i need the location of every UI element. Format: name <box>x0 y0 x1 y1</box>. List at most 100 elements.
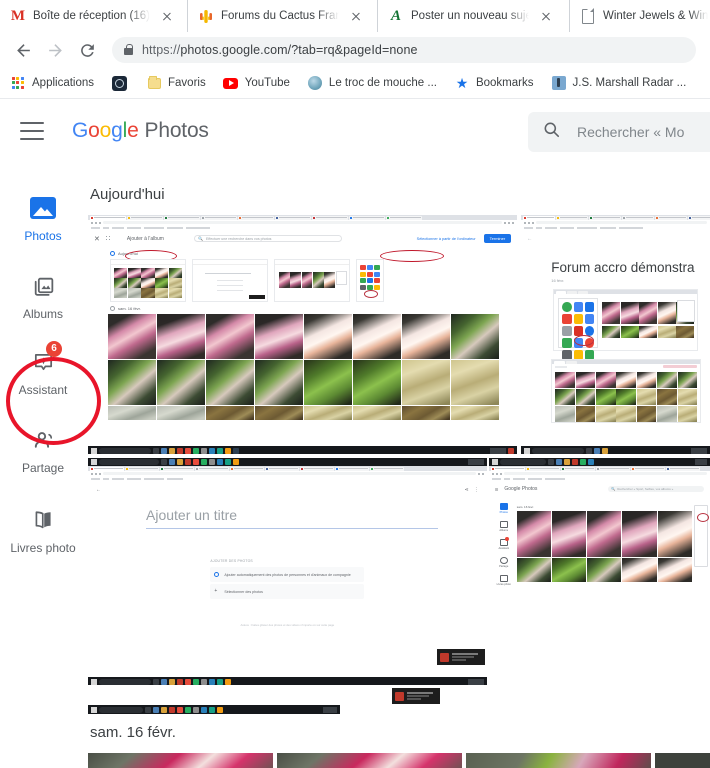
add-photos-hint: AJOUTER DES PHOTOS <box>210 559 253 563</box>
section-title-today: Aujourd'hui <box>90 186 165 203</box>
screenshot-thumb-1[interactable]: ✕ Ajouter à l'album 🔍 Effectuer une rech… <box>88 215 518 454</box>
bookmark-troc-de-mouche[interactable]: Le troc de mouche ... <box>307 75 437 91</box>
mini-taskbar-top <box>488 458 710 466</box>
arrow-right-icon <box>48 43 62 57</box>
bookmark-favoris[interactable]: Favoris <box>146 75 206 91</box>
close-icon[interactable] <box>347 7 365 25</box>
photo-tile[interactable] <box>88 753 273 768</box>
photo-row-1: ✕ Ajouter à l'album 🔍 Effectuer une rech… <box>86 215 710 454</box>
logo-letter: o <box>99 119 112 142</box>
star-icon: ★ <box>455 75 469 91</box>
logo-letter: g <box>111 119 123 142</box>
screenshot-thumb-2[interactable]: ← Forum accro démonstra 16 févr. <box>521 215 710 454</box>
mini-share-icon: ⋖ <box>464 487 469 493</box>
add-title-placeholder: Ajouter un titre <box>146 507 238 523</box>
sidebar-item-label: Assistant <box>18 383 68 397</box>
browser-tab-poster-sujet[interactable]: A Poster un nouveau suje <box>378 0 570 32</box>
mini-page-body: ← Forum accro démonstra 16 févr. <box>521 230 710 446</box>
albums-glyph <box>34 277 53 296</box>
option-label: Sélectionner des photos <box>224 589 263 594</box>
tab-title: Forums du Cactus Fran <box>221 10 339 22</box>
logo-letter: G <box>72 119 89 142</box>
browser-window: M Boîte de réception (16) Forums du Cact… <box>0 0 710 768</box>
hamburger-icon[interactable] <box>20 122 44 140</box>
youtube-icon <box>223 75 239 91</box>
mini-card-1 <box>110 259 186 302</box>
screenshot-thumb-4[interactable]: ☰ Google Photos 🔍 Rechercher « Sport, Se… <box>488 458 710 598</box>
mini-select-from-computer: Sélectionner à partir de l'ordinateur <box>416 236 476 241</box>
drag-hint: Astuce : Faites glisser des photos et de… <box>240 623 335 627</box>
bookmark-steam[interactable] <box>111 75 133 91</box>
sidebar-item-label: Partage <box>21 461 65 475</box>
document-icon <box>580 8 596 24</box>
mini-taskbar-top <box>88 458 487 466</box>
logo-suffix: Photos <box>144 119 209 142</box>
book-glyph <box>35 510 51 528</box>
close-icon[interactable] <box>537 7 555 25</box>
search-placeholder: Rechercher « Mo <box>577 124 685 140</box>
browser-tab-winter-jewels[interactable]: Winter Jewels & Win <box>570 0 710 32</box>
mini-taskbar <box>521 446 710 454</box>
sidebar-item-partage[interactable]: Partage <box>0 425 86 475</box>
bookmark-label: Favoris <box>168 77 206 89</box>
option-auto-add[interactable]: Ajouter automatiquement des photos de pe… <box>210 567 365 582</box>
mini-page-body: ← ⋖ ⋮ Ajouter un titre AJOUTER DES PHOTO… <box>88 481 487 677</box>
sidebar-item-assistant[interactable]: 6 Assistant <box>0 341 86 397</box>
browser-tab-cactus-forum[interactable]: Forums du Cactus Fran <box>188 0 378 32</box>
address-bar[interactable]: https://photos.google.com/?tab=rq&pageId… <box>112 37 696 63</box>
bookmark-applications[interactable]: Applications <box>10 75 94 91</box>
tab-title: Winter Jewels & Win <box>603 10 709 22</box>
bookmark-label: Bookmarks <box>475 77 534 89</box>
sidebar-item-albums[interactable]: Albums <box>0 271 86 321</box>
photo-tile[interactable] <box>276 753 462 768</box>
bookmark-label: J.S. Marshall Radar ... <box>572 77 687 89</box>
mini-sidebar: Photos Albums Assistant Partage Livres p… <box>493 503 515 590</box>
browser-tab-gmail[interactable]: M Boîte de réception (16) <box>0 0 188 32</box>
bookmark-js-marshall-radar[interactable]: J.S. Marshall Radar ... <box>551 75 687 91</box>
arrow-left-icon <box>16 43 30 57</box>
forward-button[interactable] <box>42 37 68 63</box>
cactus-icon <box>198 8 214 24</box>
people-glyph <box>34 431 52 448</box>
mini-taskbar <box>88 677 487 685</box>
apps-grid-icon <box>10 75 26 91</box>
lock-icon <box>124 43 134 55</box>
forum-album-title: Forum accro démonstra <box>551 260 695 275</box>
screenshot-thumb-3[interactable]: ← ⋖ ⋮ Ajouter un titre AJOUTER DES PHOTO… <box>88 458 487 685</box>
tab-strip: M Boîte de réception (16) Forums du Cact… <box>0 0 710 32</box>
mini-page-body: ✕ Ajouter à l'album 🔍 Effectuer une rech… <box>88 230 518 446</box>
sidebar-item-label: Livres photo <box>10 541 76 555</box>
photo-tile[interactable] <box>465 753 651 768</box>
sidebar-item-livres-photo[interactable]: Livres photo <box>0 505 86 555</box>
mini-add-to-album-label: Ajouter à l'album <box>126 235 164 242</box>
gmail-icon: M <box>10 7 26 24</box>
search-input[interactable]: Rechercher « Mo <box>528 112 710 152</box>
option-select-photos[interactable]: + Sélectionner des photos <box>210 584 365 599</box>
mini-apps-icon <box>105 235 111 242</box>
url-scheme: https:// <box>142 43 181 57</box>
radar-icon <box>551 75 567 91</box>
url-rest: photos.google.com/?tab=rq&pageId=none <box>180 43 418 57</box>
sidebar: Photos Albums 6 Assistant Partage Livres… <box>0 163 86 768</box>
annotation-ellipse-right <box>697 513 709 522</box>
mini-card-3 <box>274 259 350 302</box>
magnifier-glyph <box>544 122 560 138</box>
sidebar-item-photos[interactable]: Photos <box>0 193 86 243</box>
sidebar-item-label: Albums <box>22 307 63 321</box>
logo-letter: e <box>127 119 139 142</box>
globe-icon <box>307 75 323 91</box>
mini-search-placeholder: Effectuer une recherche dans vos photos <box>205 236 272 241</box>
bookmark-bookmarks[interactable]: ★ Bookmarks <box>454 75 534 91</box>
reload-button[interactable] <box>74 37 100 63</box>
bookmark-youtube[interactable]: YouTube <box>223 75 290 91</box>
back-button[interactable] <box>10 37 36 63</box>
mini-taskbar <box>88 705 340 714</box>
photo-tile[interactable] <box>654 753 710 768</box>
letter-a-icon: A <box>390 7 401 24</box>
inner-card-grid <box>551 359 702 423</box>
mini-taskbar <box>88 446 518 454</box>
url-text: https://photos.google.com/?tab=rq&pageId… <box>142 43 418 57</box>
mini-orchid-grid <box>516 511 692 557</box>
close-icon[interactable] <box>158 7 176 25</box>
screenshot-thumb-5[interactable] <box>88 688 486 714</box>
